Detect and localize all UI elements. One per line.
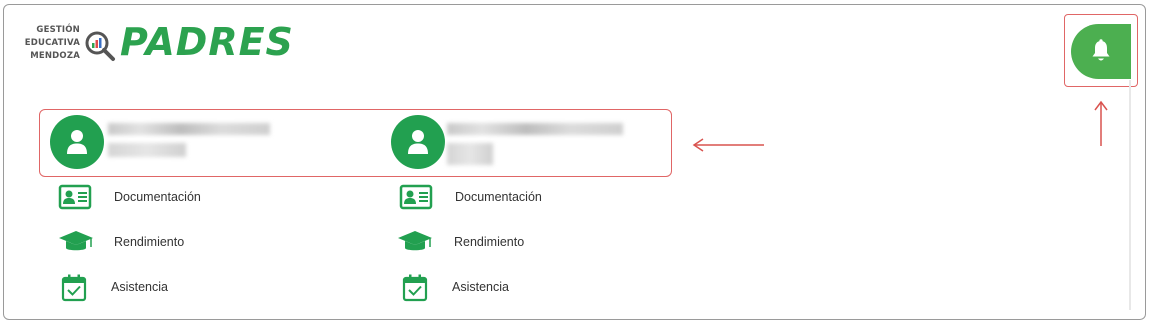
id-card-icon [58, 184, 92, 210]
graduation-cap-icon [59, 231, 93, 251]
student-card-1[interactable] [50, 113, 280, 173]
menu-asistencia[interactable]: Asistencia [58, 273, 218, 303]
student-name-redacted [447, 123, 623, 135]
student-name-redacted [108, 123, 270, 135]
calendar-check-icon [61, 274, 87, 302]
menu-label: Asistencia [111, 280, 168, 294]
menu-label: Asistencia [452, 280, 509, 294]
menu-rendimiento[interactable]: Rendimiento [58, 228, 218, 258]
user-icon [408, 130, 428, 154]
graduation-cap-icon [398, 231, 432, 251]
menu-label: Documentación [114, 190, 201, 204]
user-icon [67, 130, 87, 154]
notifications-button[interactable] [1071, 24, 1131, 79]
left-arrow-annotation [692, 138, 764, 152]
menu-documentacion[interactable]: Documentación [58, 183, 218, 213]
menu-documentacion[interactable]: Documentación [399, 183, 559, 213]
student-avatar[interactable] [391, 115, 445, 169]
magnifier-chart-icon [85, 31, 115, 61]
up-arrow-annotation [1094, 100, 1108, 146]
student-card-2[interactable] [391, 113, 631, 173]
menu-label: Rendimiento [454, 235, 525, 249]
brand-title: PADRES [120, 20, 294, 64]
bell-icon [1092, 39, 1110, 61]
menu-label: Rendimiento [114, 235, 185, 249]
student-avatar[interactable] [50, 115, 104, 169]
menu-asistencia[interactable]: Asistencia [399, 273, 559, 303]
logo-caption: GESTIÓN EDUCATIVA MENDOZA [24, 25, 80, 61]
menu-label: Documentación [455, 190, 542, 204]
calendar-check-icon [402, 274, 428, 302]
scrollbar-track[interactable] [1129, 80, 1131, 310]
id-card-icon [399, 184, 433, 210]
menu-rendimiento[interactable]: Rendimiento [397, 228, 557, 258]
student-detail-redacted [108, 143, 186, 157]
student-detail-redacted [447, 143, 493, 165]
